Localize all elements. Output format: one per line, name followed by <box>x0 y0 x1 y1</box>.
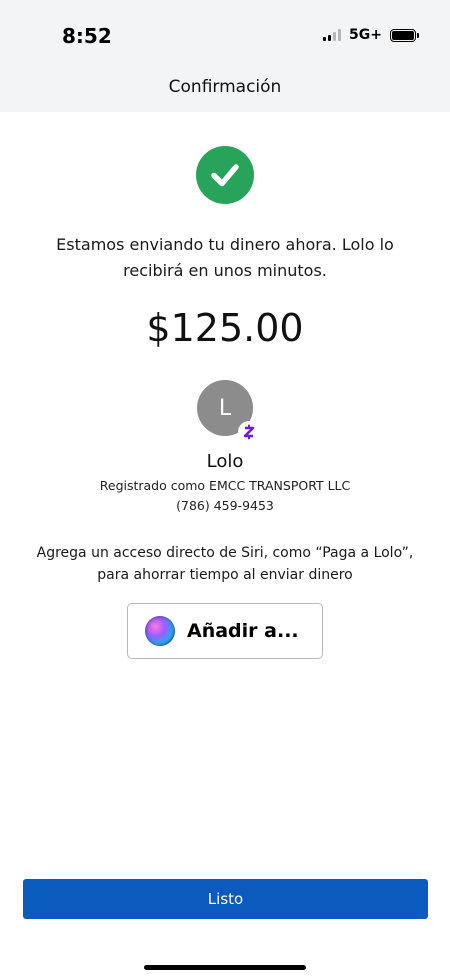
network-type-label: 5G+ <box>349 27 382 43</box>
done-button[interactable]: Listo <box>23 879 428 919</box>
confirmation-message: Estamos enviando tu dinero ahora. Lolo l… <box>56 235 394 280</box>
status-icons: 5G+ <box>323 27 419 43</box>
battery-icon <box>390 28 419 42</box>
add-to-siri-label: Añadir a... <box>187 620 299 642</box>
home-indicator[interactable] <box>144 965 306 970</box>
siri-shortcut-prompt: Agrega un acceso directo de Siri, como “… <box>36 545 414 583</box>
status-bar: 8:52 5G+ <box>0 0 450 64</box>
add-to-siri-button[interactable]: Añadir a... <box>127 603 323 659</box>
amount-sent: $125.00 <box>146 306 304 350</box>
zelle-icon <box>238 421 260 443</box>
nav-bar: Confirmación <box>0 64 450 112</box>
recipient-name: Lolo <box>206 451 244 472</box>
recipient-registration: Registrado como EMCC TRANSPORT LLC <box>99 478 351 493</box>
recipient-phone: (786) 459-9453 <box>176 498 274 513</box>
page-title: Confirmación <box>168 77 282 97</box>
avatar-initial: L <box>218 395 232 421</box>
cellular-signal-icon <box>323 29 342 41</box>
status-time: 8:52 <box>62 24 112 48</box>
siri-icon <box>145 616 175 646</box>
checkmark-icon <box>196 146 254 204</box>
